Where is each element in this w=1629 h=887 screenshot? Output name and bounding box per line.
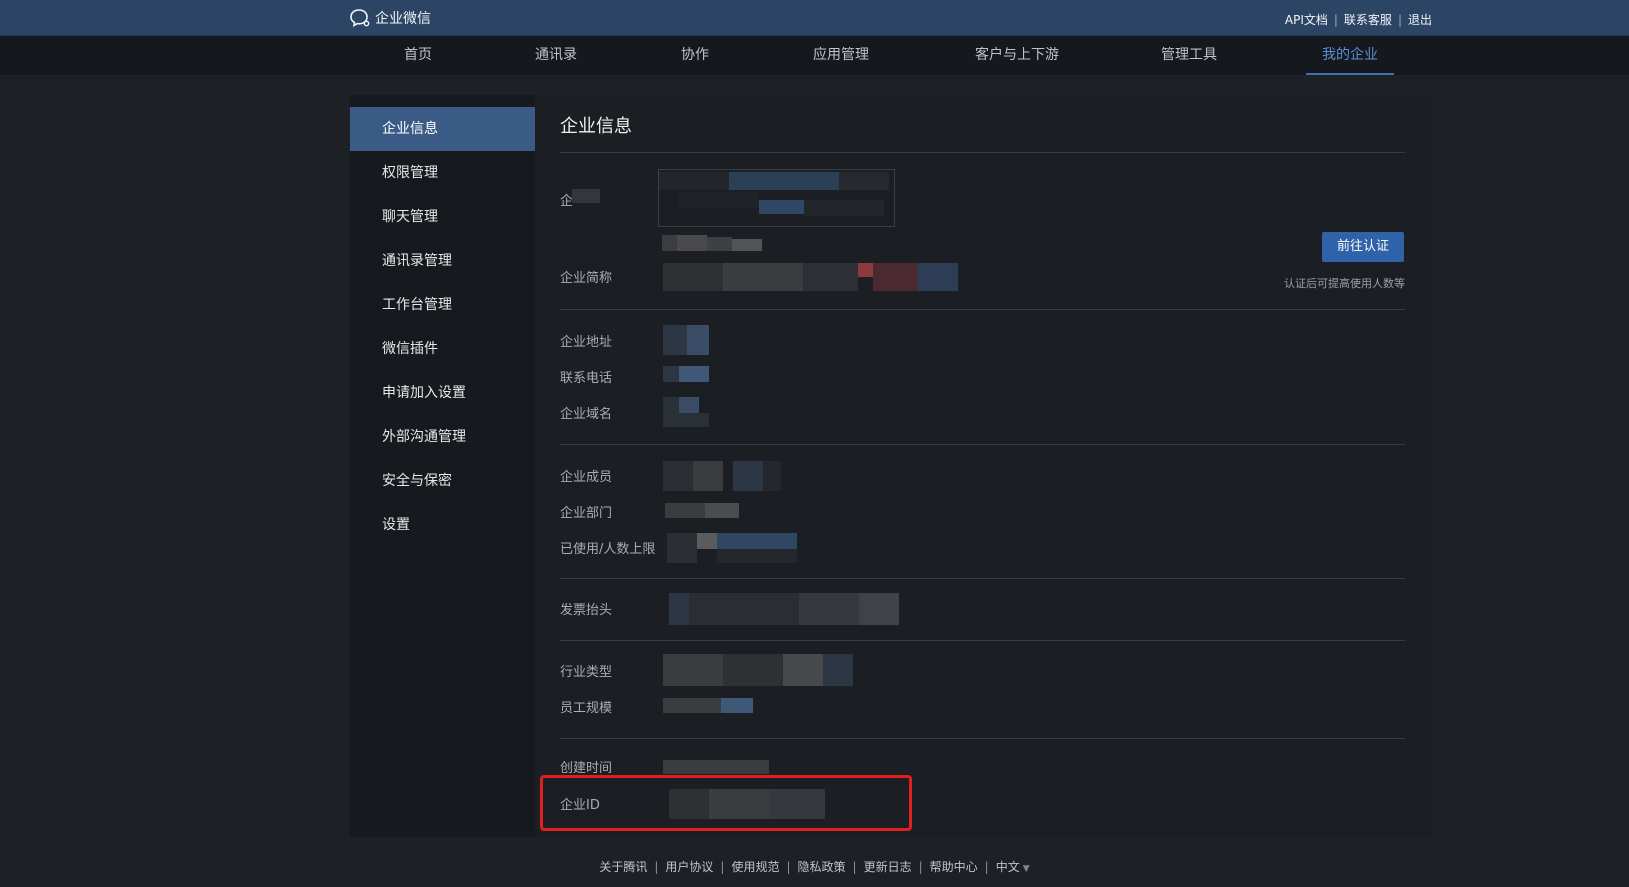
sidebar-item-permissions[interactable]: 权限管理 (350, 151, 535, 195)
sidebar-item-chat-management[interactable]: 聊天管理 (350, 195, 535, 239)
departments-label: 企业部门 (560, 506, 613, 521)
created-time-redacted (663, 760, 769, 774)
go-verify-button[interactable]: 前往认证 (1322, 232, 1404, 262)
industry-redacted (663, 654, 855, 686)
sidebar-item-settings[interactable]: 设置 (350, 503, 535, 547)
invoice-redacted (669, 593, 904, 625)
address-redacted (663, 325, 711, 355)
domain-label: 企业域名 (560, 407, 613, 422)
invoice-label: 发票抬头 (560, 603, 613, 618)
divider (560, 640, 1405, 641)
members-label: 企业成员 (560, 470, 613, 485)
industry-label: 行业类型 (560, 665, 613, 680)
wecom-chat-icon (350, 9, 370, 28)
usage-limit-label: 已使用/人数上限 (560, 542, 656, 557)
footer-link-changelog[interactable]: 更新日志 (864, 860, 912, 874)
sidebar-item-workbench-management[interactable]: 工作台管理 (350, 283, 535, 327)
sidebar-item-security[interactable]: 安全与保密 (350, 459, 535, 503)
domain-redacted (663, 397, 709, 427)
sidebar-item-wechat-plugin[interactable]: 微信插件 (350, 327, 535, 371)
top-bar: 企业微信 API文档 | 联系客服 | 退出 (0, 0, 1629, 36)
divider (560, 152, 1405, 153)
footer-link-usage-rules[interactable]: 使用规范 (731, 860, 779, 874)
page-title: 企业信息 (560, 116, 632, 137)
api-docs-link[interactable]: API文档 (1285, 11, 1328, 28)
tab-customers[interactable]: 客户与上下游 (967, 36, 1067, 75)
tab-app-management[interactable]: 应用管理 (806, 36, 876, 75)
sidebar-item-contacts-management[interactable]: 通讯录管理 (350, 239, 535, 283)
verify-hint: 认证后可提高使用人数等 (1284, 277, 1405, 290)
tab-home[interactable]: 首页 (383, 36, 453, 75)
chevron-down-icon[interactable]: ▼ (1023, 864, 1030, 874)
sidebar-item-join-settings[interactable]: 申请加入设置 (350, 371, 535, 415)
divider (560, 444, 1405, 445)
address-label: 企业地址 (560, 335, 613, 350)
footer-link-help-center[interactable]: 帮助中心 (930, 860, 978, 874)
logout-link[interactable]: 退出 (1408, 11, 1432, 28)
phone-label: 联系电话 (560, 371, 613, 386)
divider (560, 738, 1405, 739)
staff-size-redacted (663, 698, 753, 713)
footer: 关于腾讯 | 用户协议 | 使用规范 | 隐私政策 | 更新日志 | 帮助中心 | 中文 ▼ (599, 860, 1030, 874)
top-links: API文档 | 联系客服 | 退出 (1285, 11, 1432, 28)
main-nav: 首页 通讯录 协作 应用管理 客户与上下游 管理工具 我的企业 (0, 36, 1629, 75)
contact-support-link[interactable]: 联系客服 (1344, 11, 1392, 28)
short-name-label: 企业简称 (560, 271, 613, 286)
divider (560, 309, 1405, 310)
corp-id-highlight-box (540, 775, 912, 831)
tab-contacts[interactable]: 通讯录 (524, 36, 588, 75)
footer-link-about[interactable]: 关于腾讯 (599, 860, 647, 874)
tab-admin-tools[interactable]: 管理工具 (1153, 36, 1225, 75)
created-time-label: 创建时间 (560, 761, 613, 776)
departments-redacted (665, 503, 739, 518)
footer-link-privacy[interactable]: 隐私政策 (798, 860, 846, 874)
members-redacted (663, 461, 783, 491)
company-name-redacted (658, 169, 895, 227)
footer-link-user-agreement[interactable]: 用户协议 (665, 860, 713, 874)
tab-my-enterprise[interactable]: 我的企业 (1306, 36, 1394, 75)
sidebar-item-external-communication[interactable]: 外部沟通管理 (350, 415, 535, 459)
separator: | (1397, 12, 1402, 27)
phone-redacted (663, 366, 709, 382)
separator: | (1333, 12, 1338, 27)
enterprise-info-content: 企业信息 企 前往认证 认证后可提高使用人数等 企业简称 企业地址 联系电话 企… (535, 95, 1431, 837)
short-name-redacted (663, 263, 963, 291)
sidebar-item-enterprise-info[interactable]: 企业信息 (350, 107, 535, 151)
company-name-redacted-2 (662, 235, 762, 251)
brand-logo[interactable]: 企业微信 (349, 8, 431, 28)
tab-collaboration[interactable]: 协作 (665, 36, 725, 75)
language-selector[interactable]: 中文 (996, 860, 1020, 874)
staff-size-label: 员工规模 (560, 701, 613, 716)
usage-limit-redacted (667, 533, 801, 563)
brand-name: 企业微信 (375, 11, 431, 27)
divider (560, 578, 1405, 579)
sidebar: 企业信息 权限管理 聊天管理 通讯录管理 工作台管理 微信插件 申请加入设置 外… (350, 107, 535, 837)
redacted-label-mosaic (572, 189, 600, 203)
